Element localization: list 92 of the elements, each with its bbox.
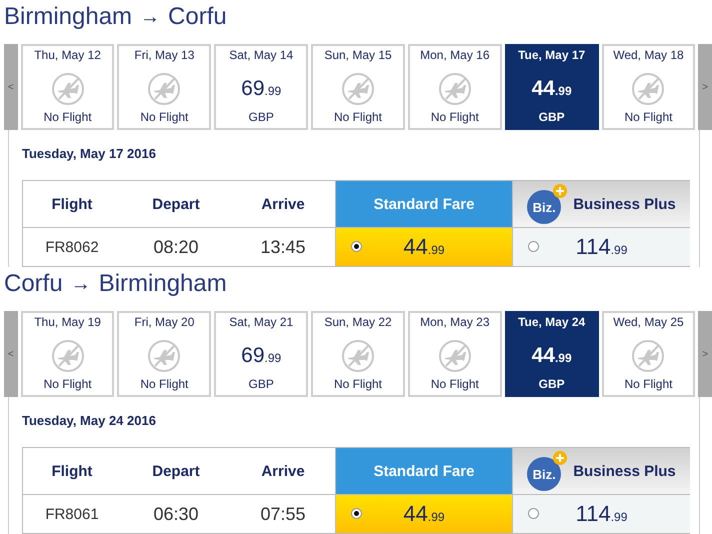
no-flight-label: No Flight xyxy=(624,110,672,124)
day-date: Sat, May 21 xyxy=(229,315,294,329)
no-flight-icon xyxy=(341,339,376,373)
day-date: Mon, May 16 xyxy=(420,48,490,62)
fare-price: 114.99 xyxy=(576,234,628,260)
route-arrow: → xyxy=(140,6,160,28)
day-card[interactable]: Mon, May 23 No Flight xyxy=(408,311,502,397)
no-flight-icon xyxy=(631,339,666,373)
fare-price: 114.99 xyxy=(576,501,628,527)
route-origin: Corfu xyxy=(4,270,63,298)
currency-label: GBP xyxy=(538,377,565,391)
no-flight-label: No Flight xyxy=(624,377,672,391)
no-flight-icon xyxy=(147,72,182,106)
currency-label: GBP xyxy=(538,110,565,124)
flight-number: FR8061 xyxy=(44,504,100,524)
no-flight-icon xyxy=(438,72,472,106)
no-flight-label: No Flight xyxy=(140,377,188,391)
day-card[interactable]: Fri, May 20 No Flight xyxy=(117,311,212,397)
column-header: Depart xyxy=(121,448,231,495)
no-flight-label: No Flight xyxy=(44,377,92,391)
day-card[interactable]: Wed, May 18 No Flight xyxy=(602,44,696,130)
no-flight-icon xyxy=(341,72,376,106)
day-card[interactable]: Tue, May 24 44.99 GBP xyxy=(504,311,599,397)
day-card[interactable]: Thu, May 19 No Flight xyxy=(20,311,114,397)
radio-button[interactable] xyxy=(351,508,362,519)
selected-date: Tuesday, May 24 2016 xyxy=(22,413,157,429)
day-price: 44.99 xyxy=(532,344,572,368)
fare-option[interactable]: 114.99 xyxy=(512,495,690,533)
column-header: Depart xyxy=(121,181,231,228)
day-card[interactable]: Thu, May 12 No Flight xyxy=(20,44,114,130)
day-date: Tue, May 17 xyxy=(518,48,586,62)
arrive-time: 13:45 xyxy=(259,236,307,258)
fare-option[interactable]: 44.99 xyxy=(335,228,512,266)
fare-header: Biz. Business Plus xyxy=(512,448,690,495)
fare-price: 44.99 xyxy=(403,234,445,260)
fare-header: Standard Fare xyxy=(335,181,512,228)
day-price: 44.99 xyxy=(532,77,572,101)
day-card[interactable]: Tue, May 17 44.99 GBP xyxy=(504,44,599,130)
fare-header: Biz. Business Plus xyxy=(512,181,690,228)
day-card[interactable]: Sat, May 21 69.99 GBP xyxy=(214,311,308,397)
day-date: Tue, May 24 xyxy=(518,315,586,329)
route-arrow: → xyxy=(70,272,91,296)
column-header: Flight xyxy=(23,181,121,228)
day-price: 69.99 xyxy=(241,77,282,101)
no-flight-label: No Flight xyxy=(140,110,188,124)
no-flight-icon xyxy=(50,72,85,106)
day-date: Thu, May 12 xyxy=(34,48,101,62)
day-card[interactable]: Fri, May 13 No Flight xyxy=(117,44,212,130)
radio-button[interactable] xyxy=(528,508,539,519)
day-date: Sun, May 15 xyxy=(324,48,392,62)
route-origin: Birmingham xyxy=(4,3,132,31)
route-destination: Birmingham xyxy=(98,270,227,298)
day-card[interactable]: Mon, May 16 No Flight xyxy=(408,44,502,130)
biz-logo: Biz. xyxy=(527,451,568,491)
fare-header: Standard Fare xyxy=(335,448,512,495)
day-price: 69.99 xyxy=(241,344,282,368)
day-date: Fri, May 20 xyxy=(134,315,194,329)
depart-time: 08:20 xyxy=(152,236,200,258)
no-flight-label: No Flight xyxy=(334,110,382,124)
no-flight-label: No Flight xyxy=(44,110,92,124)
day-date: Wed, May 25 xyxy=(613,315,684,329)
column-header: Flight xyxy=(23,448,121,495)
fare-option[interactable]: 114.99 xyxy=(512,228,690,266)
no-flight-icon xyxy=(631,72,666,106)
no-flight-label: No Flight xyxy=(334,377,382,391)
selected-date: Tuesday, May 17 2016 xyxy=(22,146,157,162)
day-card[interactable]: Sun, May 15 No Flight xyxy=(311,44,405,130)
no-flight-icon xyxy=(147,339,182,373)
biz-logo: Biz. xyxy=(527,184,568,224)
depart-time: 06:30 xyxy=(152,502,200,526)
day-date: Fri, May 13 xyxy=(134,48,194,62)
fare-option[interactable]: 44.99 xyxy=(335,495,512,533)
day-date: Mon, May 23 xyxy=(420,315,490,329)
route-destination: Corfu xyxy=(168,3,227,31)
day-date: Sun, May 22 xyxy=(324,315,392,329)
day-card[interactable]: Sat, May 14 69.99 GBP xyxy=(214,44,308,130)
currency-label: GBP xyxy=(248,110,274,124)
day-card[interactable]: Sun, May 22 No Flight xyxy=(311,311,405,397)
no-flight-label: No Flight xyxy=(430,110,479,124)
arrive-time: 07:55 xyxy=(259,502,307,526)
day-date: Sat, May 14 xyxy=(229,48,294,62)
day-date: Thu, May 19 xyxy=(34,315,101,329)
no-flight-icon xyxy=(50,339,85,373)
no-flight-label: No Flight xyxy=(430,377,479,391)
flight-number: FR8062 xyxy=(44,238,100,258)
fare-price: 44.99 xyxy=(403,501,445,527)
radio-button[interactable] xyxy=(528,241,539,252)
day-date: Wed, May 18 xyxy=(613,48,684,62)
radio-button[interactable] xyxy=(351,241,362,252)
no-flight-icon xyxy=(438,339,472,373)
currency-label: GBP xyxy=(248,377,274,391)
day-card[interactable]: Wed, May 25 No Flight xyxy=(602,311,696,397)
